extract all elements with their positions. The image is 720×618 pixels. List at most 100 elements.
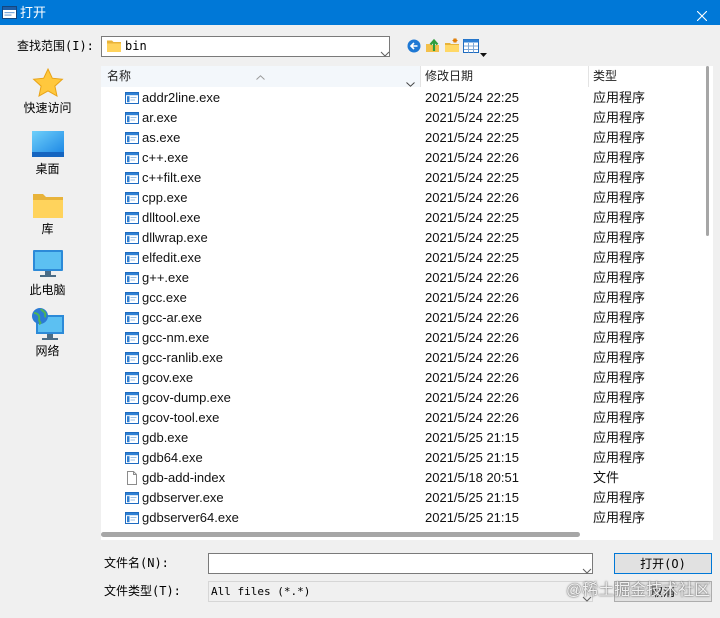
file-row[interactable]: gcc-ranlib.exe 2021/5/24 22:26 应用程序 [101,348,697,368]
file-type-cell: 应用程序 [593,250,646,265]
file-row[interactable]: gcov-tool.exe 2021/5/24 22:26 应用程序 [101,408,697,428]
file-icon [124,470,140,486]
chevron-down-icon[interactable] [406,74,415,87]
horizontal-scrollbar-thumb[interactable] [101,532,580,537]
file-row[interactable]: c++.exe 2021/5/24 22:26 应用程序 [101,148,697,168]
file-row[interactable]: dllwrap.exe 2021/5/24 22:25 应用程序 [101,228,697,248]
file-name-cell: c++filt.exe [142,170,202,185]
column-header-name-label[interactable]: 名称 [107,66,131,87]
places-item-network[interactable]: 网络 [0,305,95,367]
file-row[interactable]: cpp.exe 2021/5/24 22:26 应用程序 [101,188,697,208]
chevron-down-icon[interactable] [582,561,592,574]
close-button[interactable] [684,0,720,25]
file-modified-cell: 2021/5/24 22:26 [425,310,519,325]
file-name-input[interactable] [211,555,571,572]
places-item-desktop[interactable]: 桌面 [0,128,95,190]
column-divider[interactable] [420,66,421,87]
column-header-type[interactable]: 类型 [593,66,617,87]
desktop-icon [0,130,95,158]
places-item-label: 快速访问 [23,101,72,115]
chevron-down-icon[interactable] [380,44,390,57]
file-modified-cell: 2021/5/24 22:25 [425,230,519,245]
open-button[interactable]: 打开(O) [614,553,712,574]
file-row[interactable]: gcc-ar.exe 2021/5/24 22:26 应用程序 [101,308,697,328]
file-name-cell: cpp.exe [142,190,188,205]
column-header-modified[interactable]: 修改日期 [425,66,473,87]
file-row[interactable]: gcc.exe 2021/5/24 22:26 应用程序 [101,288,697,308]
file-modified-cell: 2021/5/24 22:26 [425,190,519,205]
file-row[interactable]: gdbserver64.exe 2021/5/25 21:15 应用程序 [101,508,697,528]
places-item-this-pc[interactable]: 此电脑 [0,247,95,309]
file-type-cell: 应用程序 [593,430,646,445]
file-row[interactable]: elfedit.exe 2021/5/24 22:25 应用程序 [101,248,697,268]
file-row[interactable]: ar.exe 2021/5/24 22:25 应用程序 [101,108,697,128]
file-name-cell: gdbserver64.exe [142,510,239,525]
file-modified-cell: 2021/5/24 22:26 [425,410,519,425]
file-type-select[interactable]: All files (*.*) [208,581,593,602]
cancel-button[interactable]: 取消 [614,581,712,602]
file-type-cell: 应用程序 [593,130,646,145]
file-row[interactable]: as.exe 2021/5/24 22:25 应用程序 [101,128,697,148]
exe-icon [124,370,140,386]
file-name-cell: addr2line.exe [142,90,221,105]
title-bar[interactable]: 打开 [0,0,720,25]
file-row[interactable]: c++filt.exe 2021/5/24 22:25 应用程序 [101,168,697,188]
file-type-cell: 应用程序 [593,410,646,425]
places-item-label: 此电脑 [29,283,66,297]
file-name-cell: gdbserver.exe [142,490,224,505]
places-item-quick-access[interactable]: 快速访问 [0,65,95,127]
vertical-scrollbar-thumb[interactable] [706,66,709,236]
file-row[interactable]: gdb.exe 2021/5/25 21:15 应用程序 [101,428,697,448]
dialog-app-icon [2,5,17,20]
file-modified-cell: 2021/5/24 22:25 [425,210,519,225]
chevron-down-icon[interactable] [582,589,592,602]
back-icon[interactable] [407,39,421,53]
file-name-cell: gcov-dump.exe [142,390,231,405]
file-type-label: 文件类型(T): [104,584,181,598]
file-type-cell: 应用程序 [593,390,646,405]
file-list[interactable]: 名称 修改日期 类型 addr2line.exe 2021/5/24 22:25 应… [101,66,713,540]
file-row[interactable]: gcc-nm.exe 2021/5/24 22:26 应用程序 [101,328,697,348]
dropdown-arrow-icon [480,44,487,57]
look-in-combobox[interactable]: bin [101,36,390,57]
view-menu-button[interactable] [463,38,489,57]
up-one-level-icon[interactable] [425,37,441,53]
file-type-cell: 应用程序 [593,230,646,245]
exe-icon [124,430,140,446]
file-row[interactable]: gcov-dump.exe 2021/5/24 22:26 应用程序 [101,388,697,408]
file-type-cell: 应用程序 [593,450,646,465]
exe-icon [124,390,140,406]
folder-icon [106,39,122,53]
exe-icon [124,290,140,306]
file-modified-cell: 2021/5/24 22:26 [425,150,519,165]
file-name-cell: gdb64.exe [142,450,203,465]
file-modified-cell: 2021/5/18 20:51 [425,470,519,485]
file-type-cell: 应用程序 [593,110,646,125]
file-type-value: All files (*.*) [211,585,311,598]
file-name-cell: gcc-ranlib.exe [142,350,223,365]
file-row[interactable]: gcov.exe 2021/5/24 22:26 应用程序 [101,368,697,388]
file-row[interactable]: addr2line.exe 2021/5/24 22:25 应用程序 [101,88,697,108]
file-row[interactable]: dlltool.exe 2021/5/24 22:25 应用程序 [101,208,697,228]
file-type-cell: 应用程序 [593,150,646,165]
look-in-value: bin [125,39,147,53]
file-modified-cell: 2021/5/24 22:25 [425,170,519,185]
file-row[interactable]: gdb64.exe 2021/5/25 21:15 应用程序 [101,448,697,468]
file-type-cell: 应用程序 [593,290,646,305]
exe-icon [124,450,140,466]
file-row[interactable]: g++.exe 2021/5/24 22:26 应用程序 [101,268,697,288]
open-button-label: 打开(O) [640,556,686,571]
file-name-combobox[interactable] [208,553,593,574]
look-in-label: 查找范围(I): [17,39,94,53]
file-rows: addr2line.exe 2021/5/24 22:25 应用程序 ar.exe 20… [101,88,697,528]
new-folder-icon[interactable] [444,37,460,53]
exe-icon [124,110,140,126]
file-name-cell: c++.exe [142,150,189,165]
exe-icon [124,330,140,346]
column-divider[interactable] [588,66,589,87]
exe-icon [124,270,140,286]
places-item-library[interactable]: 库 [0,190,95,252]
file-row[interactable]: gdbserver.exe 2021/5/25 21:15 应用程序 [101,488,697,508]
file-modified-cell: 2021/5/24 22:26 [425,370,519,385]
file-row[interactable]: gdb-add-index 2021/5/18 20:51 文件 [101,468,697,488]
